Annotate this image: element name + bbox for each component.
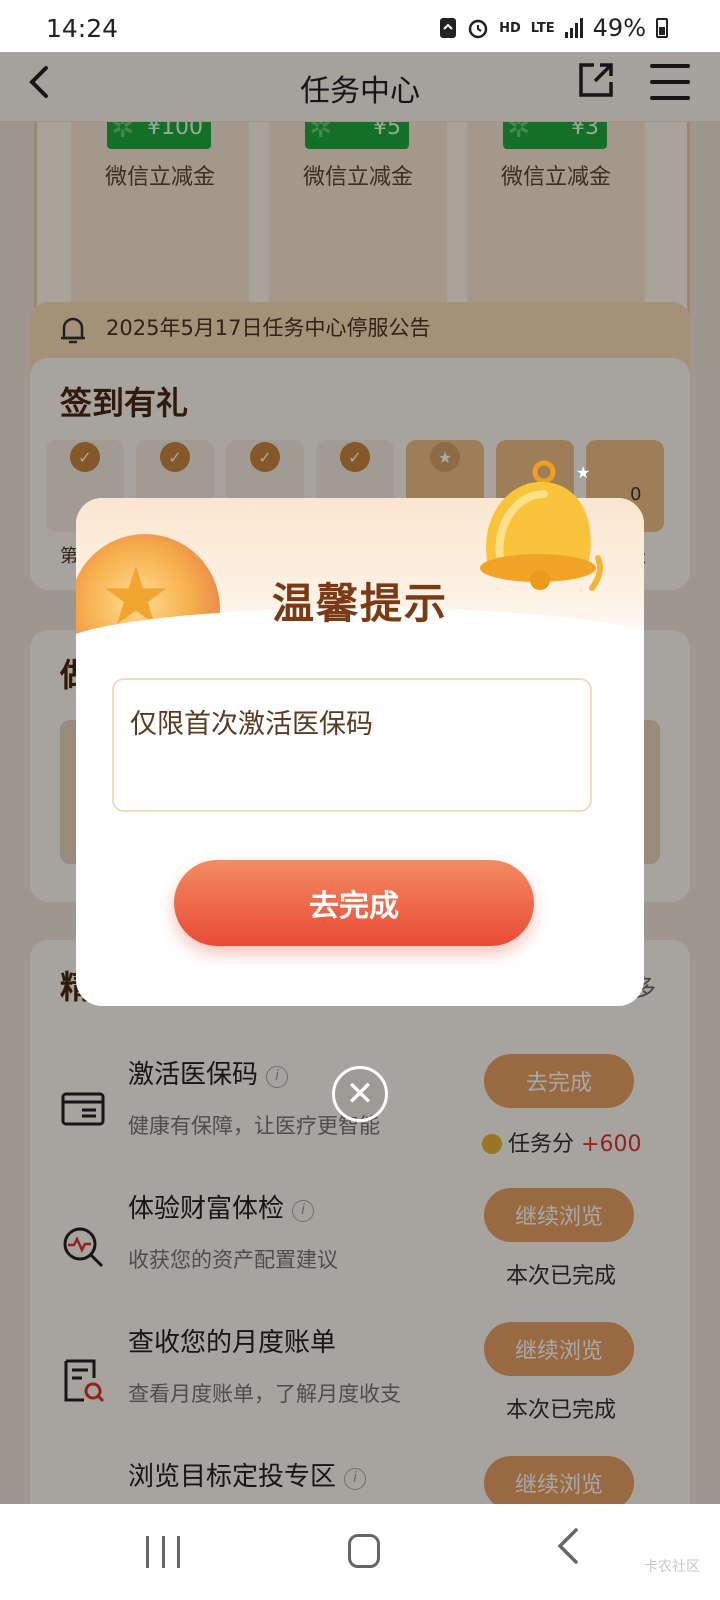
close-icon[interactable]: ✕ (332, 1066, 388, 1122)
alarm-icon (467, 17, 489, 39)
lte-indicator: LTE (530, 20, 555, 36)
status-icons: HD LTE 49% (439, 14, 668, 42)
home-icon[interactable] (348, 1534, 380, 1568)
battery-icon (656, 18, 668, 38)
recent-apps-icon[interactable] (146, 1536, 180, 1568)
recycle-icon (439, 17, 457, 39)
tip-dialog: ★ 温馨提示 ★ 仅限首次激活医保码 去完成 (76, 460, 644, 1006)
system-nav-bar: 卡农社区 (0, 1504, 720, 1600)
system-back-icon[interactable] (554, 1526, 582, 1577)
battery-percent: 49% (592, 14, 646, 42)
tip-message-box: 仅限首次激活医保码 (112, 678, 592, 812)
watermark: 卡农社区 (644, 1559, 700, 1575)
complete-button[interactable]: 去完成 (174, 860, 534, 946)
status-bar: 14:24 HD LTE 49% (0, 0, 720, 52)
hd-indicator: HD (499, 20, 521, 36)
signal-icon (564, 18, 583, 38)
svg-text:★: ★ (576, 463, 590, 482)
status-time: 14:24 (46, 14, 119, 43)
bell-icon: ★ (411, 458, 608, 608)
